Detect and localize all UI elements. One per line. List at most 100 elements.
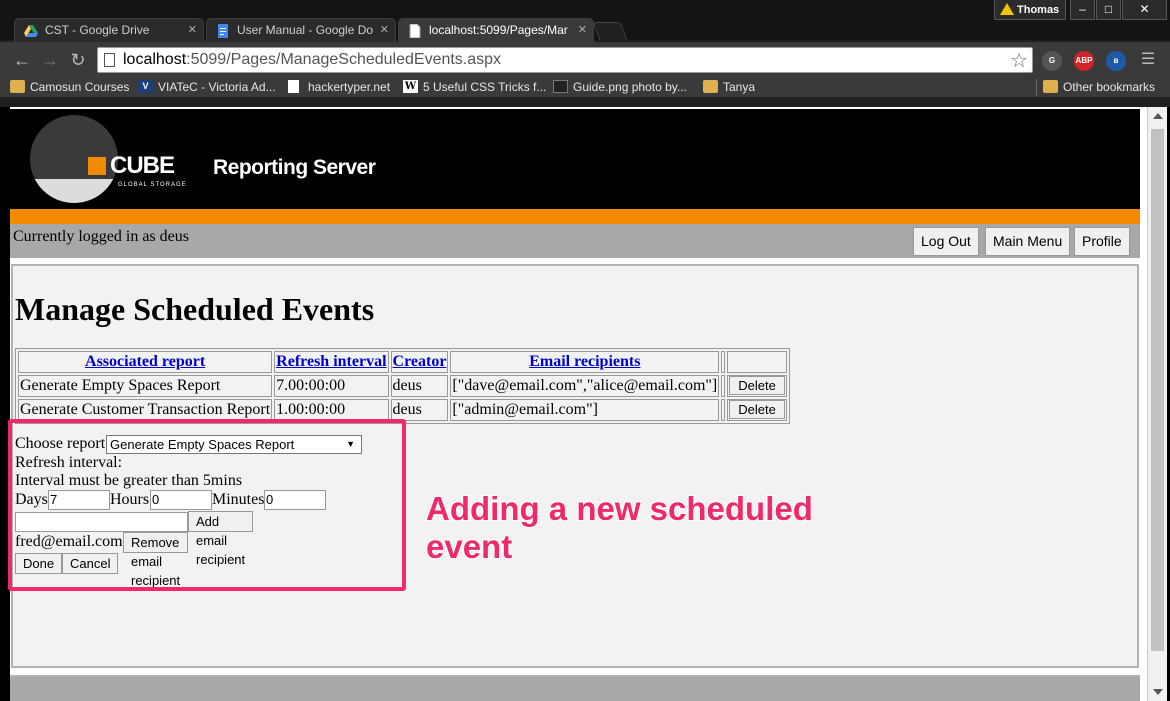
bookmark-separator <box>1036 79 1037 96</box>
cell-empty <box>721 375 726 397</box>
tab-user-manual[interactable]: User Manual - Google Do ✕ <box>206 18 396 42</box>
logo-square <box>88 157 106 175</box>
footer-bar <box>10 675 1140 701</box>
tab-title: CST - Google Drive <box>45 23 150 37</box>
cell-interval: 1.00:00:00 <box>274 399 389 421</box>
close-icon[interactable]: ✕ <box>380 19 389 41</box>
brand-logo: CUBE <box>110 152 175 179</box>
image-icon <box>553 80 568 93</box>
product-name: Reporting Server <box>213 156 376 179</box>
table-row: Generate Empty Spaces Report 7.00:00:00 … <box>18 375 787 397</box>
browser-toolbar: ← → ↻ localhost:5099/Pages/ManageSchedul… <box>0 42 1170 78</box>
profile-chip[interactable]: Thomas <box>994 0 1066 20</box>
minimize-button[interactable]: – <box>1070 0 1095 20</box>
cell-creator: deus <box>390 399 449 421</box>
profile-name: Thomas <box>1017 4 1060 16</box>
delete-button[interactable]: Delete <box>729 376 785 395</box>
main-menu-button[interactable]: Main Menu <box>985 227 1071 256</box>
browser-chrome: CST - Google Drive ✕ User Manual - Googl… <box>0 0 1170 107</box>
cell-interval: 7.00:00:00 <box>274 375 389 397</box>
delete-button[interactable]: Delete <box>729 400 785 419</box>
log-out-button[interactable]: Log Out <box>913 227 979 256</box>
bookmark-item[interactable]: hackertyper.net <box>288 79 390 95</box>
accent-bar <box>10 209 1140 224</box>
maximize-button[interactable]: □ <box>1096 0 1121 20</box>
ghostery-icon[interactable]: G <box>1042 51 1062 71</box>
bookmark-item[interactable]: V VIATeC - Victoria Ad... <box>138 79 276 95</box>
profile-button[interactable]: Profile <box>1074 227 1130 256</box>
cell-action: Delete <box>727 375 787 397</box>
reload-icon[interactable]: ↻ <box>66 50 90 72</box>
logged-in-status: Currently logged in as deus <box>13 228 189 245</box>
page-viewport: CUBE GLOBAL STORAGE Reporting Server Cur… <box>10 107 1147 701</box>
cell-recipients: ["admin@email.com"] <box>450 399 720 421</box>
bookmark-item[interactable]: Camosun Courses <box>10 79 129 95</box>
column-header-recipients[interactable]: Email recipients <box>450 351 720 373</box>
bookmarks-bar: Camosun Courses V VIATeC - Victoria Ad...… <box>0 77 1170 98</box>
cell-creator: deus <box>390 375 449 397</box>
bookmark-star-icon[interactable]: ☆ <box>1010 48 1028 73</box>
scrollbar-thumb[interactable] <box>1151 129 1164 651</box>
bookmark-item[interactable]: W 5 Useful CSS Tricks f... <box>403 79 546 95</box>
page-icon <box>104 53 115 67</box>
cell-action: Delete <box>727 399 787 421</box>
url-host: localhost <box>123 51 187 68</box>
menu-icon[interactable]: ☰ <box>1136 50 1160 72</box>
viatec-icon: V <box>138 80 153 93</box>
column-header-report[interactable]: Associated report <box>18 351 273 373</box>
page-icon <box>288 80 299 93</box>
google-drive-icon <box>24 23 38 37</box>
bookmark-label: Camosun Courses <box>30 80 130 94</box>
google-docs-icon <box>216 23 230 38</box>
bluetooth-icon[interactable]: ʙ <box>1106 51 1126 71</box>
tab-manage-events[interactable]: localhost:5099/Pages/Mar ✕ <box>398 18 594 42</box>
bookmark-label: Guide.png photo by... <box>573 80 687 94</box>
annotation-highlight-box <box>8 419 406 591</box>
bookmark-item[interactable]: Guide.png photo by... <box>553 79 687 95</box>
new-tab-button[interactable] <box>592 22 628 40</box>
url-text[interactable]: localhost:5099/Pages/ManageScheduledEven… <box>123 51 501 69</box>
cell-report: Generate Customer Transaction Report <box>18 399 273 421</box>
close-icon[interactable]: ✕ <box>578 19 587 41</box>
forward-arrow-icon[interactable]: → <box>38 50 62 72</box>
address-bar[interactable]: localhost:5099/Pages/ManageScheduledEven… <box>97 47 1033 73</box>
folder-icon <box>1043 80 1058 93</box>
tab-strip: CST - Google Drive ✕ User Manual - Googl… <box>0 0 1170 42</box>
column-header-actions <box>727 351 787 373</box>
scroll-down-icon[interactable] <box>1153 689 1163 695</box>
page-icon <box>408 23 422 39</box>
folder-icon <box>10 80 25 93</box>
page-title: Manage Scheduled Events <box>15 291 375 327</box>
close-icon[interactable]: ✕ <box>188 19 197 41</box>
w-icon: W <box>403 80 418 93</box>
cell-recipients: ["dave@email.com","alice@email.com"] <box>450 375 720 397</box>
folder-icon <box>703 80 718 93</box>
close-window-button[interactable]: ✕ <box>1122 0 1167 20</box>
back-arrow-icon[interactable]: ← <box>10 50 34 72</box>
bookmark-label: Other bookmarks <box>1063 80 1156 94</box>
cell-report: Generate Empty Spaces Report <box>18 375 273 397</box>
bookmark-label: hackertyper.net <box>308 80 391 94</box>
site-header: CUBE GLOBAL STORAGE Reporting Server <box>10 109 1140 209</box>
column-header-empty <box>721 351 726 373</box>
other-bookmarks[interactable]: Other bookmarks <box>1043 79 1155 95</box>
annotation-line-1: Adding a new scheduled <box>426 490 813 527</box>
table-header-row: Associated report Refresh interval Creat… <box>18 351 787 373</box>
annotation-line-2: event <box>426 528 513 565</box>
vertical-scrollbar[interactable] <box>1147 107 1167 701</box>
adblock-plus-icon[interactable]: ABP <box>1074 51 1094 71</box>
scheduled-events-table: Associated report Refresh interval Creat… <box>15 348 790 424</box>
tab-title: localhost:5099/Pages/Mar <box>429 23 568 37</box>
bookmark-item[interactable]: Tanya <box>703 79 755 95</box>
brand-tagline: GLOBAL STORAGE <box>118 182 187 188</box>
tab-google-drive[interactable]: CST - Google Drive ✕ <box>14 18 204 42</box>
cell-empty <box>721 399 726 421</box>
column-header-creator[interactable]: Creator <box>390 351 449 373</box>
column-header-interval[interactable]: Refresh interval <box>274 351 389 373</box>
bookmark-label: 5 Useful CSS Tricks f... <box>423 80 547 94</box>
tab-title: User Manual - Google Do <box>237 23 374 37</box>
bookmark-label: VIATeC - Victoria Ad... <box>158 80 276 94</box>
annotation-caption: Adding a new scheduled event <box>426 490 813 566</box>
scroll-up-icon[interactable] <box>1153 113 1163 119</box>
url-path: :5099/Pages/ManageScheduledEvents.aspx <box>186 51 502 68</box>
